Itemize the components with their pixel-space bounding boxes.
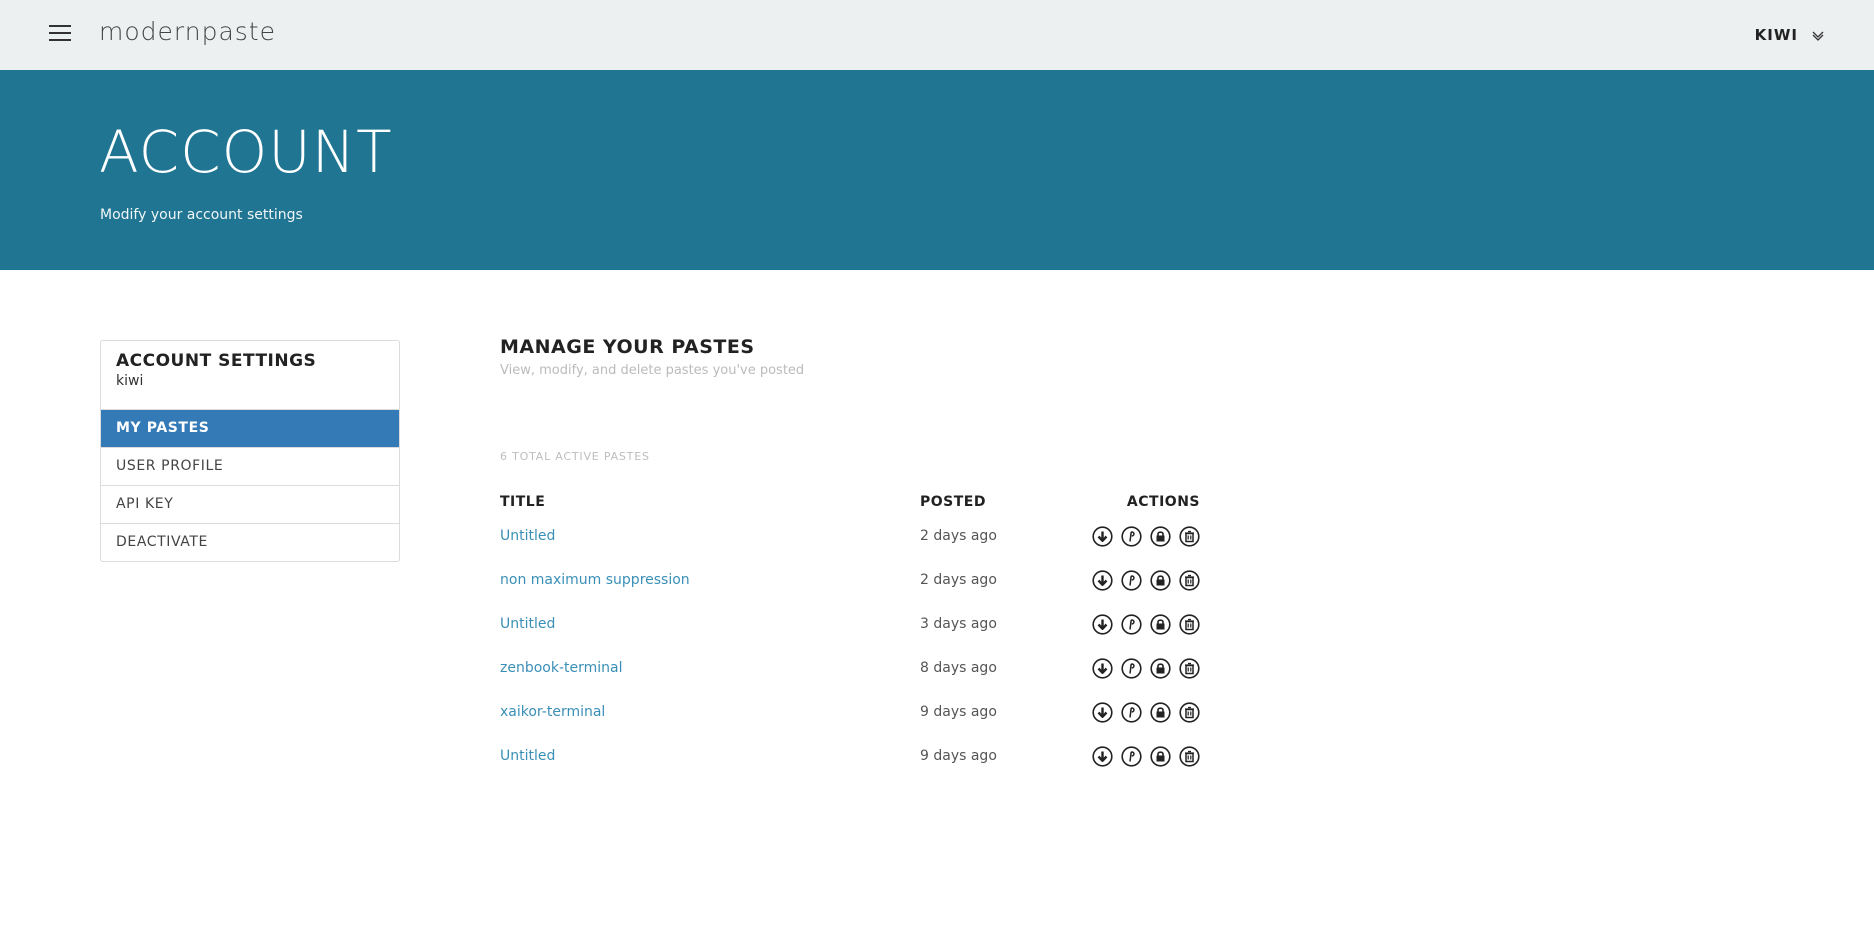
main-content: MANAGE YOUR PASTES View, modify, and del… bbox=[500, 336, 1200, 378]
download-icon[interactable] bbox=[1092, 525, 1113, 547]
lock-icon[interactable] bbox=[1150, 569, 1171, 591]
download-icon[interactable] bbox=[1092, 701, 1113, 723]
delete-icon[interactable] bbox=[1179, 657, 1200, 679]
paste-posted-cell: 3 days ago bbox=[920, 616, 997, 632]
table-header-row: TITLE POSTED ACTIONS bbox=[500, 490, 1200, 514]
delete-icon[interactable] bbox=[1179, 569, 1200, 591]
paste-posted-cell: 2 days ago bbox=[920, 528, 997, 544]
sidebar-item-user-profile[interactable]: USER PROFILE bbox=[101, 448, 399, 486]
pastes-table: TITLE POSTED ACTIONS Untitled 2 days ago n… bbox=[500, 490, 1200, 778]
section-title: MANAGE YOUR PASTES bbox=[500, 336, 755, 358]
paste-title-link[interactable]: xaikor-terminal bbox=[500, 704, 605, 720]
lock-icon[interactable] bbox=[1150, 525, 1171, 547]
paste-posted-cell: 8 days ago bbox=[920, 660, 997, 676]
paste-posted-cell: 9 days ago bbox=[920, 704, 997, 720]
paste-title-cell: non maximum suppression bbox=[500, 558, 920, 602]
delete-icon[interactable] bbox=[1179, 613, 1200, 635]
panel-header: ACCOUNT SETTINGS kiwi bbox=[101, 341, 399, 410]
password-icon[interactable] bbox=[1121, 657, 1142, 679]
section-description: View, modify, and delete pastes you've p… bbox=[500, 363, 805, 378]
chevron-down-icon bbox=[1812, 31, 1824, 41]
lock-icon[interactable] bbox=[1150, 613, 1171, 635]
paste-title-cell: Untitled bbox=[500, 602, 920, 646]
lock-icon[interactable] bbox=[1150, 745, 1171, 767]
top-navbar: modernpaste KIWI bbox=[0, 0, 1874, 70]
password-icon[interactable] bbox=[1121, 525, 1142, 547]
panel-username: kiwi bbox=[116, 373, 144, 389]
download-icon[interactable] bbox=[1092, 613, 1113, 635]
paste-posted-cell: 9 days ago bbox=[920, 748, 997, 764]
column-header-actions: ACTIONS bbox=[1126, 494, 1200, 510]
paste-title-cell: Untitled bbox=[500, 734, 920, 778]
download-icon[interactable] bbox=[1092, 569, 1113, 591]
sidebar-item-my-pastes[interactable]: MY PASTES bbox=[101, 410, 399, 448]
delete-icon[interactable] bbox=[1179, 525, 1200, 547]
password-icon[interactable] bbox=[1121, 569, 1142, 591]
user-menu[interactable]: KIWI bbox=[1755, 26, 1824, 44]
download-icon[interactable] bbox=[1092, 745, 1113, 767]
page-header: ACCOUNT Modify your account settings bbox=[0, 70, 1874, 270]
paste-title-link[interactable]: zenbook-terminal bbox=[500, 660, 623, 676]
account-settings-panel: ACCOUNT SETTINGS kiwi MY PASTES USER PROF… bbox=[100, 340, 400, 562]
paste-title-cell: Untitled bbox=[500, 514, 920, 558]
paste-actions-cell bbox=[1070, 514, 1200, 558]
password-icon[interactable] bbox=[1121, 745, 1142, 767]
table-row: Untitled 3 days ago bbox=[500, 602, 1200, 646]
password-icon[interactable] bbox=[1121, 613, 1142, 635]
page-title: ACCOUNT bbox=[99, 118, 393, 186]
paste-title-link[interactable]: Untitled bbox=[500, 748, 555, 764]
sidebar-item-api-key[interactable]: API KEY bbox=[101, 486, 399, 524]
paste-actions-cell bbox=[1070, 646, 1200, 690]
user-menu-label: KIWI bbox=[1754, 26, 1798, 44]
delete-icon[interactable] bbox=[1179, 745, 1200, 767]
paste-actions-cell bbox=[1070, 558, 1200, 602]
lock-icon[interactable] bbox=[1150, 701, 1171, 723]
paste-title-link[interactable]: non maximum suppression bbox=[500, 572, 690, 588]
table-row: Untitled 2 days ago bbox=[500, 514, 1200, 558]
paste-title-cell: xaikor-terminal bbox=[500, 690, 920, 734]
column-header-title: TITLE bbox=[500, 494, 546, 510]
sidebar-menu: MY PASTES USER PROFILE API KEY DEACTIVATE bbox=[101, 410, 399, 561]
delete-icon[interactable] bbox=[1179, 701, 1200, 723]
panel-title: ACCOUNT SETTINGS bbox=[116, 351, 317, 371]
lock-icon[interactable] bbox=[1150, 657, 1171, 679]
brand-logo[interactable]: modernpaste bbox=[99, 17, 276, 46]
paste-actions-cell bbox=[1070, 734, 1200, 778]
paste-actions-cell bbox=[1070, 602, 1200, 646]
table-row: Untitled 9 days ago bbox=[500, 734, 1200, 778]
table-row: zenbook-terminal 8 days ago bbox=[500, 646, 1200, 690]
paste-posted-cell: 2 days ago bbox=[920, 572, 997, 588]
paste-count: 6 TOTAL ACTIVE PASTES bbox=[500, 450, 650, 463]
paste-actions-cell bbox=[1070, 690, 1200, 734]
column-header-posted: POSTED bbox=[920, 494, 986, 510]
password-icon[interactable] bbox=[1121, 701, 1142, 723]
hamburger-icon[interactable] bbox=[49, 25, 71, 41]
page-subtitle: Modify your account settings bbox=[100, 207, 303, 223]
table-row: non maximum suppression 2 days ago bbox=[500, 558, 1200, 602]
sidebar-item-deactivate[interactable]: DEACTIVATE bbox=[101, 524, 399, 561]
paste-title-link[interactable]: Untitled bbox=[500, 528, 555, 544]
paste-title-link[interactable]: Untitled bbox=[500, 616, 555, 632]
table-row: xaikor-terminal 9 days ago bbox=[500, 690, 1200, 734]
paste-title-cell: zenbook-terminal bbox=[500, 646, 920, 690]
download-icon[interactable] bbox=[1092, 657, 1113, 679]
